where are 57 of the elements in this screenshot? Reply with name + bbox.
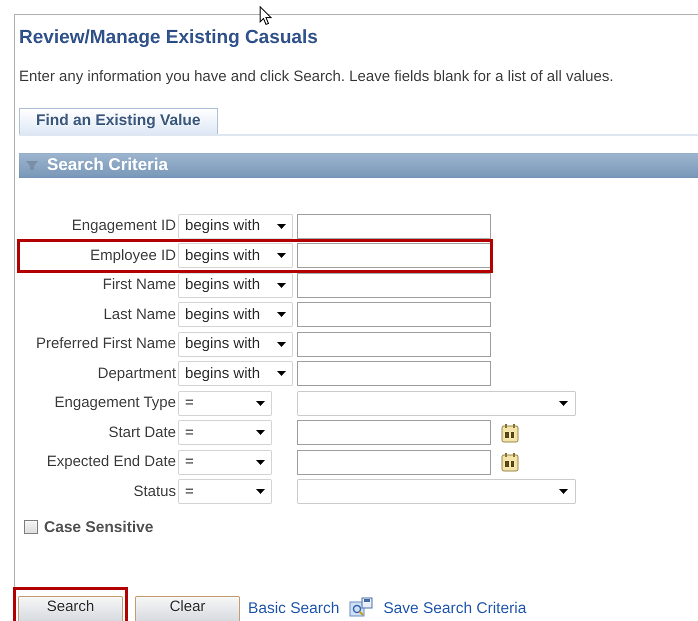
field-label: Engagement ID [70,216,177,236]
operator-dropdown[interactable]: begins with [178,243,293,268]
operator-dropdown[interactable]: begins with [178,214,293,239]
caret-icon [256,460,265,465]
caret-icon [256,489,265,494]
field-label: Status [132,482,177,502]
value-field[interactable] [297,272,491,298]
field-label: Employee ID [89,246,177,266]
instruction-text: Enter any information you have and click Search. Leave fields blank for a list of all values. [19,67,614,87]
action-button[interactable]: Search [18,596,123,621]
field-label: Expected End Date [46,452,177,472]
date-field[interactable] [297,450,491,475]
page-title: Review/Manage Existing Casuals [19,27,318,49]
filter-icon [25,159,39,171]
caret-icon [277,312,286,318]
field-label: Preferred First Name [34,334,177,354]
calendar-icon[interactable] [501,422,519,443]
field-label: Engagement Type [54,393,177,413]
date-field[interactable] [297,420,491,446]
caret-icon [277,371,286,376]
action-button[interactable]: Clear [135,596,240,621]
caret-icon [256,430,265,436]
caret-icon [277,342,286,347]
field-label: Last Name [102,304,177,324]
save-search-icon[interactable] [349,597,374,620]
operator-dropdown[interactable]: begins with [178,332,293,357]
operator-dropdown[interactable]: = [178,479,272,504]
caret-icon [256,400,265,406]
caret-icon [277,282,286,288]
search-link[interactable]: Basic Search [248,596,340,620]
tab[interactable]: Find an Existing Value [19,108,218,134]
section-title: Search Criteria [47,154,168,176]
caret-icon [559,400,568,406]
field-label: First Name [102,275,177,295]
case-sensitive-checkbox[interactable] [24,520,38,534]
operator-dropdown[interactable]: begins with [178,272,293,298]
caret-icon [559,489,568,494]
operator-dropdown[interactable]: = [178,390,272,416]
value-field[interactable] [297,214,491,239]
value-dropdown[interactable] [297,479,576,504]
caret-icon [277,253,286,258]
operator-dropdown[interactable]: = [178,450,272,475]
operator-dropdown[interactable]: = [178,420,272,446]
field-label: Start Date [107,422,177,442]
operator-dropdown[interactable]: begins with [178,361,293,386]
case-sensitive-label: Case Sensitive [44,518,154,538]
value-dropdown[interactable] [297,390,576,416]
value-field[interactable] [297,302,491,328]
value-field[interactable] [297,361,491,386]
caret-icon [277,224,286,229]
search-link[interactable]: Save Search Criteria [383,596,526,620]
operator-dropdown[interactable]: begins with [178,302,293,328]
value-field[interactable] [297,332,491,357]
calendar-icon[interactable] [501,452,519,472]
value-field[interactable] [297,243,491,268]
field-label: Department [96,364,177,384]
cursor-icon [259,6,273,26]
